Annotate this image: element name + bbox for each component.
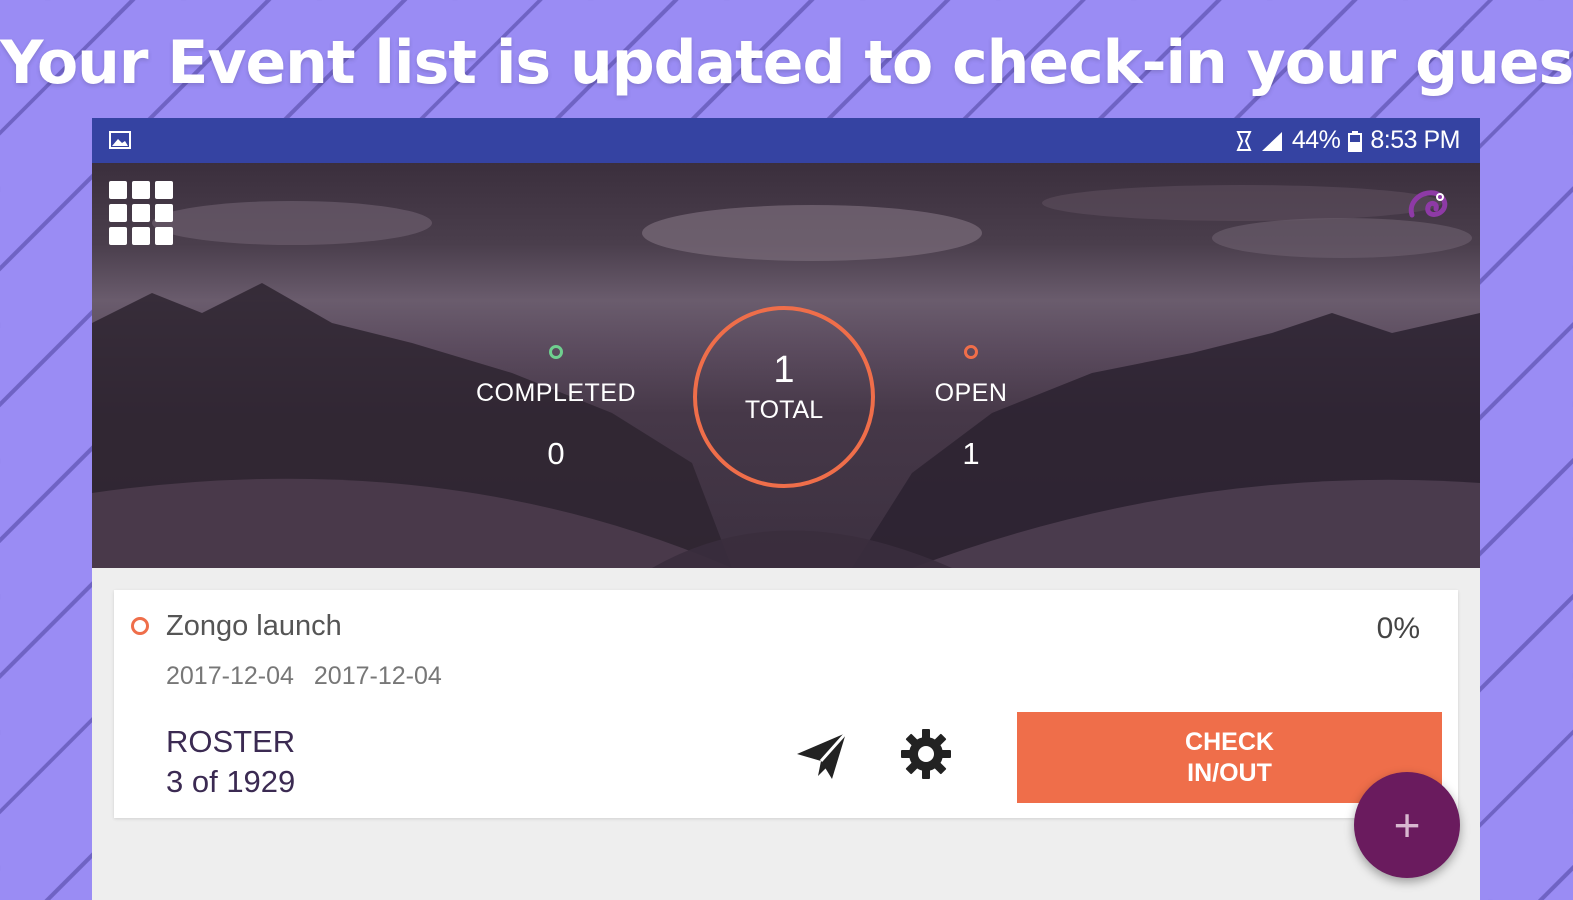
completed-stat: COMPLETED 0	[446, 163, 666, 472]
status-bar: 44% 8:53 PM	[92, 118, 1480, 163]
total-value: 1	[773, 349, 795, 391]
open-value: 1	[962, 436, 980, 471]
completed-value: 0	[547, 436, 565, 471]
event-dates: 2017-12-04 2017-12-04	[166, 662, 442, 691]
open-label: OPEN	[934, 379, 1008, 407]
headline-caption: Your Event list is updated to check-in y…	[0, 28, 1573, 98]
total-label: TOTAL	[744, 396, 824, 424]
completed-label: COMPLETED	[475, 379, 637, 407]
open-dot-icon	[964, 345, 978, 359]
grid-menu-icon[interactable]	[109, 181, 173, 245]
battery-percent: 44%	[1291, 126, 1341, 154]
open-stat: OPEN 1	[861, 163, 1081, 472]
roster-label: ROSTER	[166, 724, 296, 759]
gear-icon[interactable]	[900, 728, 952, 780]
plus-icon: +	[1393, 799, 1421, 851]
total-stat: 1 TOTAL	[693, 306, 875, 488]
event-end-date: 2017-12-04	[313, 662, 442, 690]
battery-icon	[1348, 130, 1363, 152]
event-progress-percent: 0%	[1376, 612, 1420, 645]
clock: 8:53 PM	[1370, 126, 1460, 154]
event-start-date: 2017-12-04	[166, 662, 294, 690]
alarm-icon	[1236, 130, 1252, 151]
roster-count: 3 of 1929	[166, 764, 296, 799]
chameleon-logo-icon	[1408, 190, 1448, 218]
event-card[interactable]: Zongo launch 0% 2017-12-04 2017-12-04 RO…	[114, 590, 1458, 818]
signal-icon	[1261, 131, 1282, 151]
event-status-icon	[131, 617, 149, 635]
completed-dot-icon	[549, 345, 563, 359]
image-icon	[109, 131, 131, 149]
send-icon[interactable]	[794, 730, 850, 782]
status-right-group: 44% 8:53 PM	[1236, 118, 1460, 163]
event-title: Zongo launch	[166, 610, 342, 642]
hero-summary: COMPLETED 0 1 TOTAL OPEN 1	[92, 163, 1480, 568]
add-event-button[interactable]: +	[1354, 772, 1460, 878]
phone-screen: 44% 8:53 PM COMPLETED 0 1 TOTAL OPEN 1 Z…	[92, 118, 1480, 900]
